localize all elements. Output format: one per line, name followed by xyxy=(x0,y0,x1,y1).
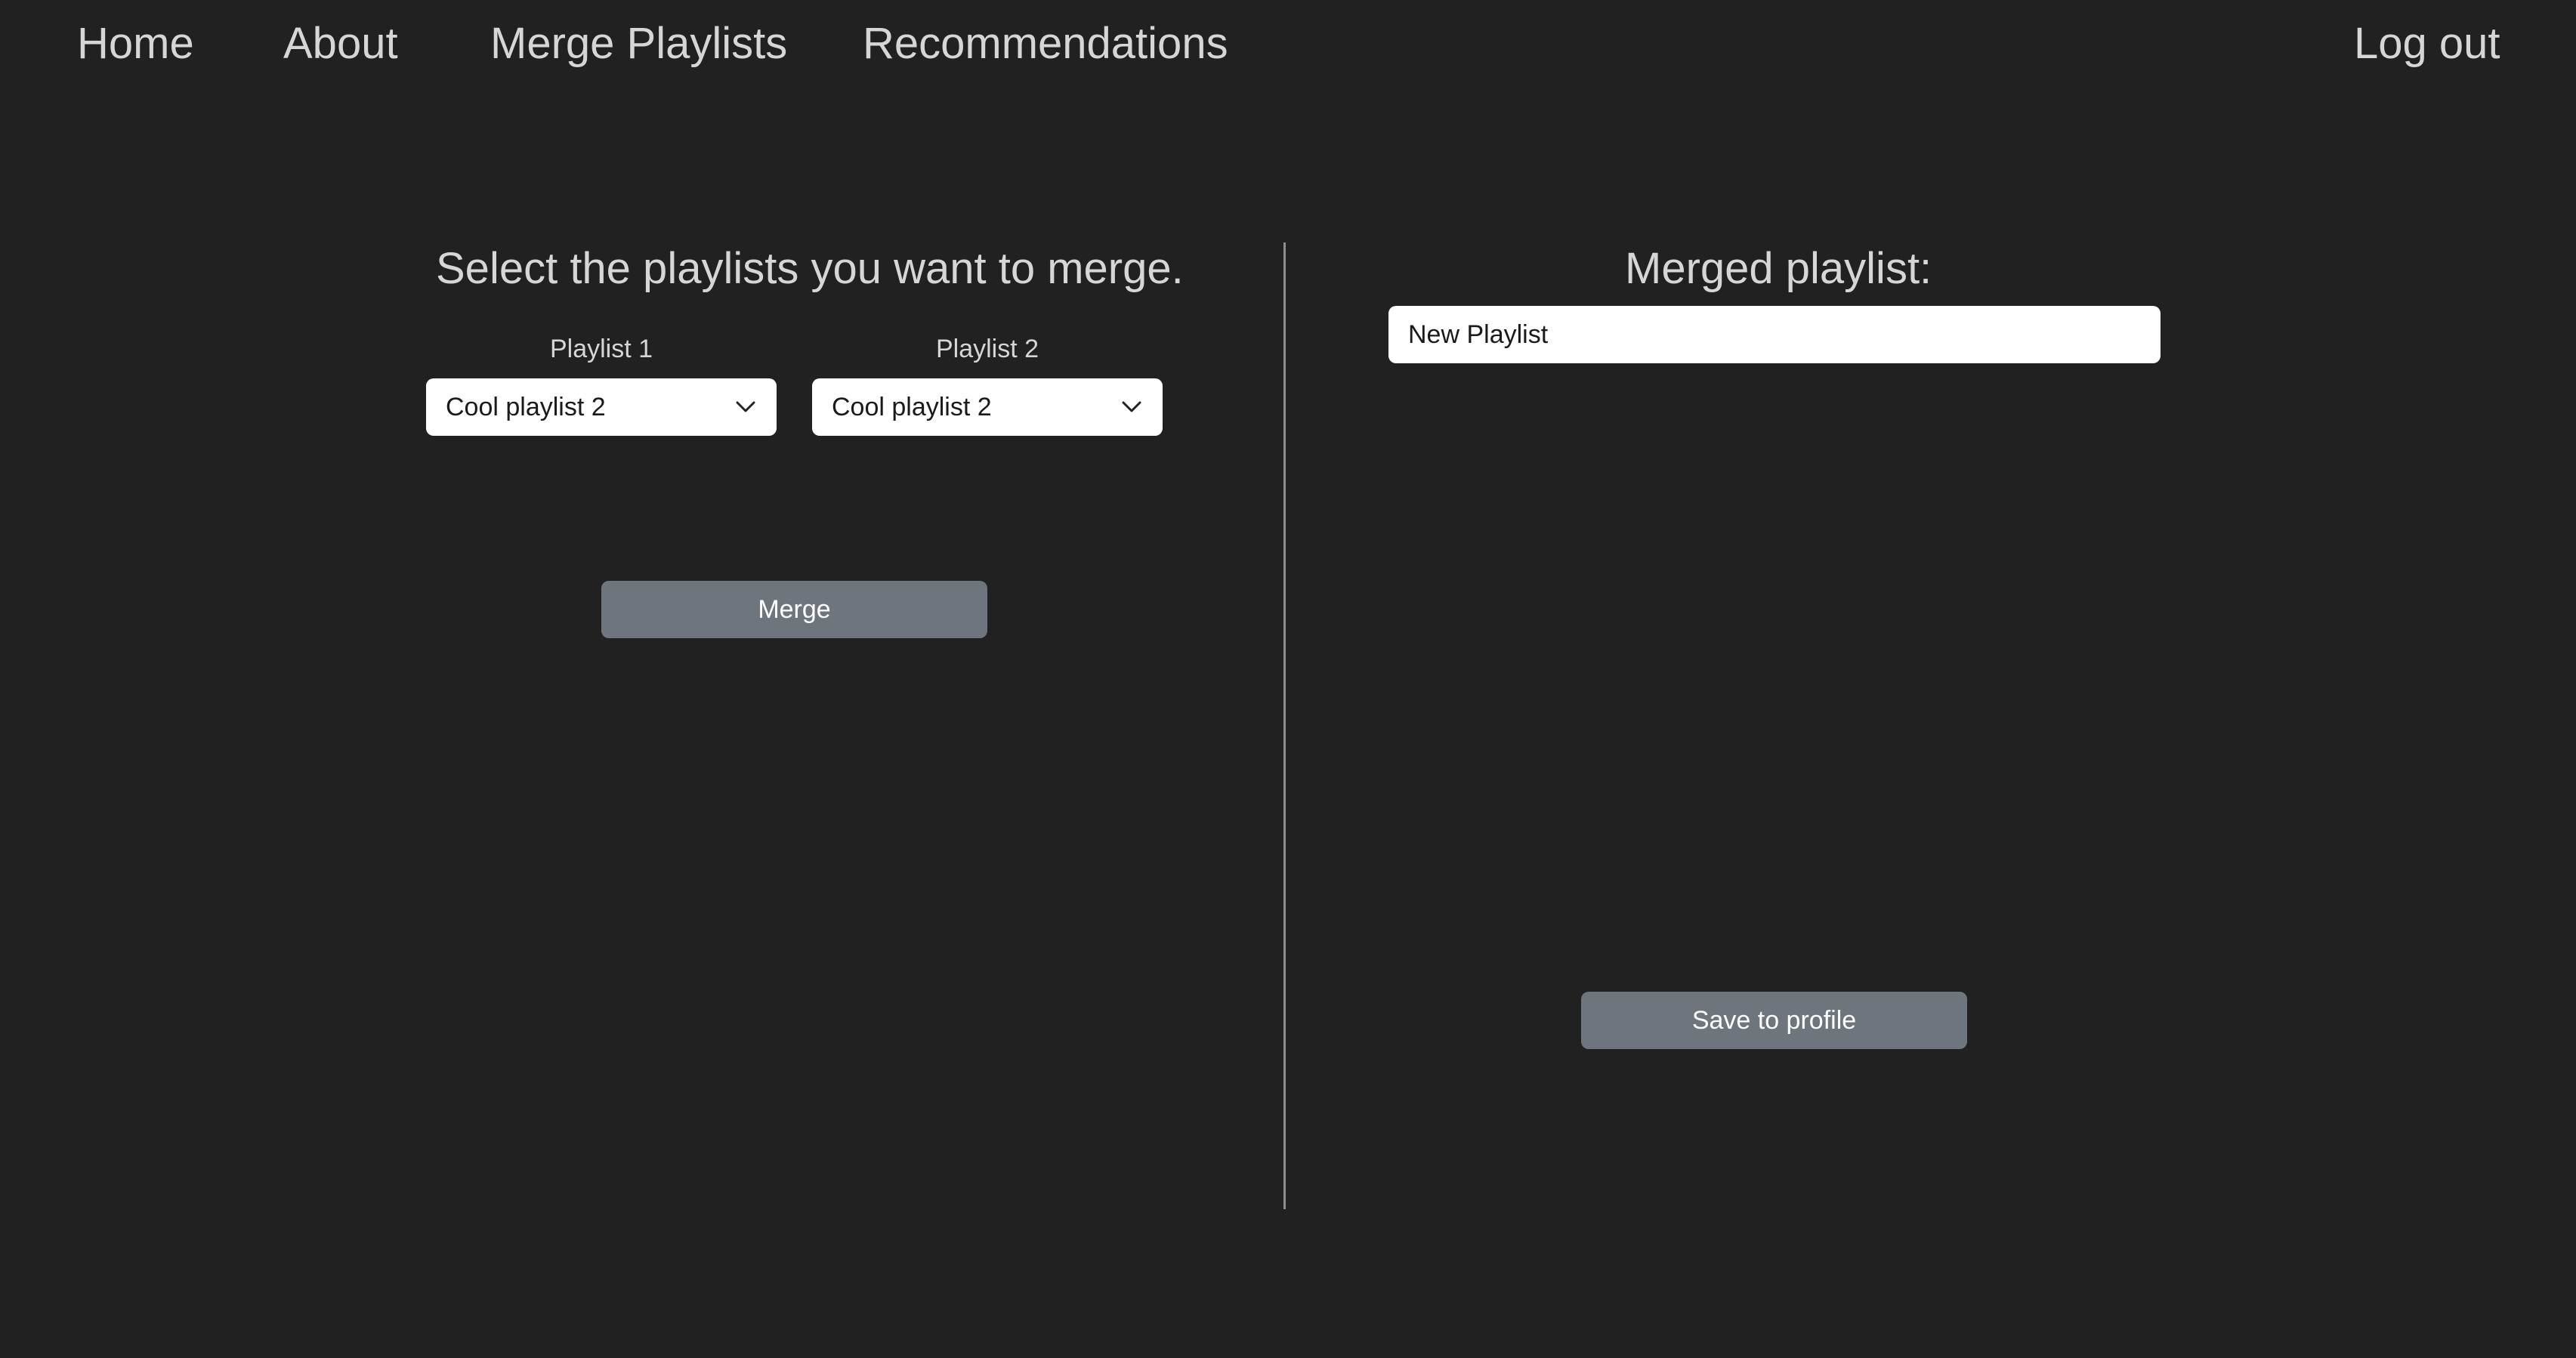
merged-title: Merged playlist: xyxy=(1625,244,1932,293)
merge-button[interactable]: Merge xyxy=(601,581,987,638)
playlist-name-input[interactable] xyxy=(1388,306,2161,363)
playlist2-select[interactable]: Cool playlist 2 xyxy=(812,378,1163,436)
nav-logout[interactable]: Log out xyxy=(2354,17,2500,71)
nav-recommendations[interactable]: Recommendations xyxy=(863,17,1228,71)
nav-about[interactable]: About xyxy=(283,17,398,71)
playlist2-selected-value: Cool playlist 2 xyxy=(832,392,992,421)
chevron-down-icon xyxy=(1120,396,1143,418)
panel-divider xyxy=(1283,242,1286,1209)
playlist1-selected-value: Cool playlist 2 xyxy=(446,392,606,421)
chevron-down-icon xyxy=(734,396,757,418)
playlist2-label: Playlist 2 xyxy=(935,335,1039,363)
nav-merge-playlists[interactable]: Merge Playlists xyxy=(490,17,787,71)
playlist1-select[interactable]: Cool playlist 2 xyxy=(426,378,777,436)
nav-home[interactable]: Home xyxy=(77,17,194,71)
playlist1-label: Playlist 1 xyxy=(549,335,653,363)
save-to-profile-button[interactable]: Save to profile xyxy=(1581,992,1967,1049)
merge-title: Select the playlists you want to merge. xyxy=(436,244,1184,293)
